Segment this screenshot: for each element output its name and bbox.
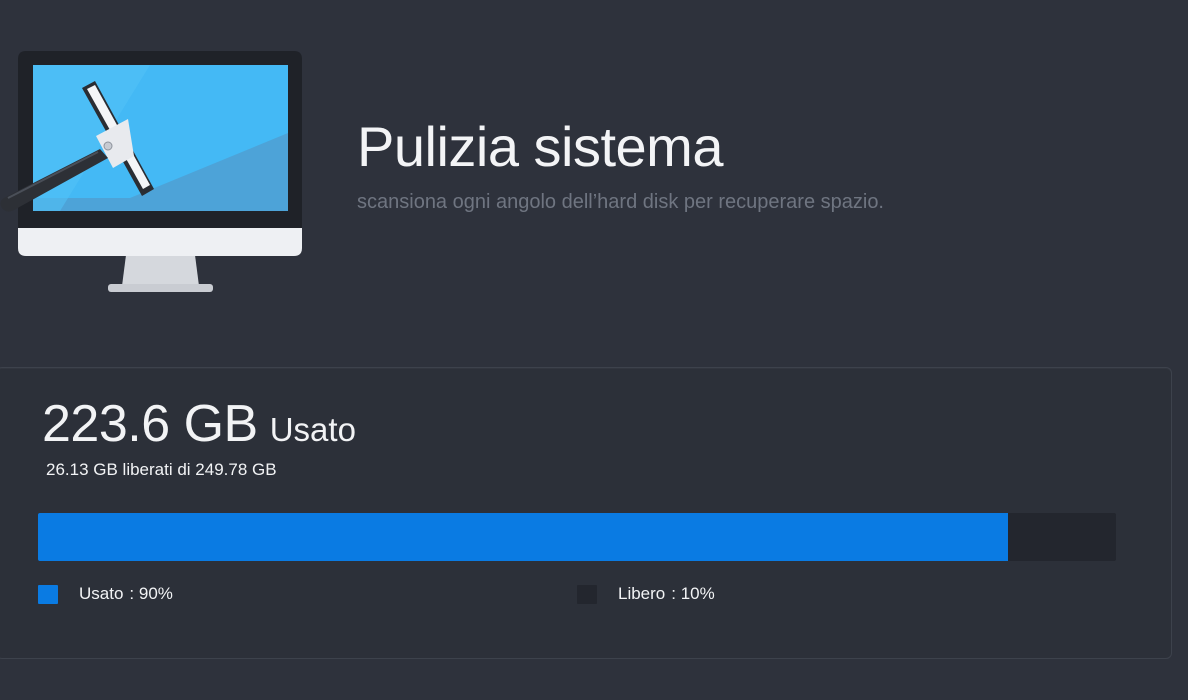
system-cleanup-monitor-icon [0, 48, 306, 296]
legend-free-label: Libero [618, 584, 666, 603]
used-space-summary: 223.6 GB Usato [42, 398, 356, 450]
free-swatch [577, 584, 597, 604]
disk-usage-bar [38, 513, 1116, 561]
used-swatch [38, 584, 58, 604]
legend-used: Usato : 90% [38, 584, 173, 604]
legend-free-value: : 10% [671, 584, 715, 603]
legend-used-value: : 90% [129, 584, 173, 603]
legend-free: Libero : 10% [577, 584, 715, 604]
page-subtitle: scansiona ogni angolo dell’hard disk per… [357, 191, 884, 213]
disk-usage-bar-fill [38, 513, 1009, 561]
freed-space-summary: 26.13 GB liberati di 249.78 GB [46, 460, 277, 479]
page-title: Pulizia sistema [357, 115, 723, 178]
legend-used-label: Usato [79, 584, 124, 603]
used-space-value: 223.6 GB [42, 395, 258, 453]
used-space-label: Usato [269, 411, 356, 448]
